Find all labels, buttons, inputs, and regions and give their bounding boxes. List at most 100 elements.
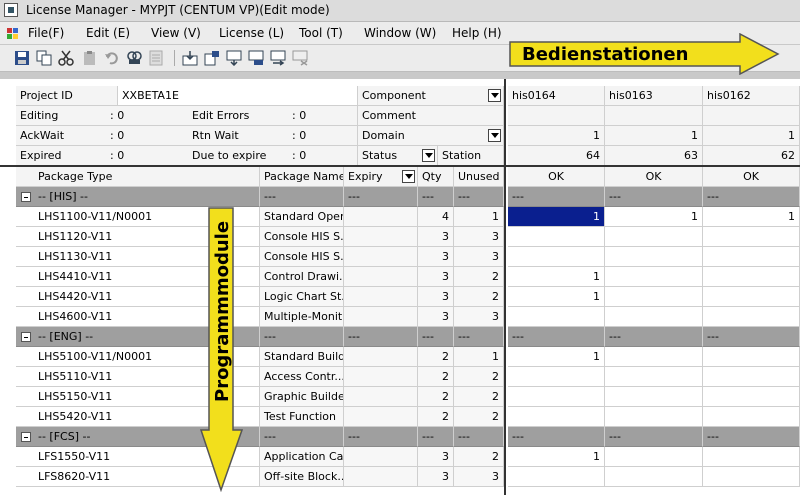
delete-icon[interactable] [292,50,308,66]
domain-filter[interactable]: Domain [358,126,504,146]
station-assignment-cell[interactable]: 1 [508,287,605,307]
station-assignment-cell[interactable] [703,407,800,427]
package-name-cell[interactable]: Control Drawi... [260,267,344,287]
package-name-cell[interactable]: Access Contr... [260,367,344,387]
menu-license[interactable]: License (L) [219,26,284,40]
export-icon[interactable] [204,50,220,66]
station-assignment-cell[interactable] [508,387,605,407]
station-assignment-cell[interactable] [703,227,800,247]
package-name-cell[interactable]: Multiple-Monit... [260,307,344,327]
collapse-icon[interactable] [21,332,31,342]
station-assignment-cell[interactable]: 1 [605,207,703,227]
package-name-cell[interactable]: Console HIS S... [260,247,344,267]
expiry-cell[interactable] [344,367,418,387]
station-assignment-cell[interactable] [703,447,800,467]
col-qty[interactable]: Qty [418,167,454,187]
grid-splitter-vertical[interactable] [504,79,506,495]
assign-icon[interactable] [226,50,242,66]
menu-window[interactable]: Window (W) [364,26,436,40]
col-package-type[interactable]: Package Type [16,167,260,187]
expiry-cell[interactable] [344,407,418,427]
station-assignment-cell[interactable]: 1 [508,207,605,227]
col-unused[interactable]: Unused [454,167,504,187]
undo-icon[interactable] [104,50,120,66]
station-assignment-cell[interactable] [508,467,605,487]
expiry-cell[interactable] [344,387,418,407]
chevron-down-icon[interactable] [402,170,415,183]
menu-file[interactable]: File(F) [28,26,64,40]
station-assignment-cell[interactable] [703,287,800,307]
copy-icon[interactable] [36,50,52,66]
station-assignment-cell[interactable] [508,367,605,387]
station-assignment-cell[interactable] [605,287,703,307]
station-assignment-cell[interactable] [605,347,703,367]
station-assignment-cell[interactable] [605,467,703,487]
find-icon[interactable] [126,50,142,66]
status-filter[interactable]: Status [358,146,438,166]
project-id-field[interactable]: XXBETA1E [118,86,358,106]
station-assignment-cell[interactable]: 1 [508,447,605,467]
package-name-cell[interactable]: Console HIS S... [260,227,344,247]
station-assignment-cell[interactable] [508,247,605,267]
component-filter[interactable]: Component [358,86,504,106]
list-icon[interactable] [148,50,164,66]
station-assignment-cell[interactable] [605,407,703,427]
station-assignment-cell[interactable] [605,267,703,287]
expiry-cell[interactable] [344,247,418,267]
package-name-cell[interactable]: Standard Build... [260,347,344,367]
station-assignment-cell[interactable] [703,267,800,287]
chevron-down-icon[interactable] [488,129,501,142]
menu-help[interactable]: Help (H) [452,26,502,40]
group-row-label[interactable]: -- [HIS] -- [16,187,260,207]
expiry-cell[interactable] [344,467,418,487]
release-icon[interactable] [248,50,264,66]
station-assignment-cell[interactable] [703,347,800,367]
menu-view[interactable]: View (V) [151,26,201,40]
collapse-icon[interactable] [21,432,31,442]
col-package-name[interactable]: Package Name [260,167,344,187]
station-assignment-cell[interactable]: 1 [703,207,800,227]
station-assignment-cell[interactable] [605,307,703,327]
col-expiry[interactable]: Expiry [344,167,418,187]
chevron-down-icon[interactable] [488,89,501,102]
collapse-icon[interactable] [21,192,31,202]
station-assignment-cell[interactable] [605,367,703,387]
station-assignment-cell[interactable]: 1 [508,267,605,287]
package-name-cell[interactable]: Graphic Builder [260,387,344,407]
package-name-cell[interactable]: Application Ca... [260,447,344,467]
station-assignment-cell[interactable] [703,387,800,407]
package-name-cell[interactable]: Test Function [260,407,344,427]
station-assignment-cell[interactable] [703,307,800,327]
chevron-down-icon[interactable] [422,149,435,162]
station-assignment-cell[interactable] [508,307,605,327]
station-assignment-cell[interactable] [508,407,605,427]
expiry-cell[interactable] [344,267,418,287]
station-assignment-cell[interactable] [703,367,800,387]
station-assignment-cell[interactable] [703,247,800,267]
menu-edit[interactable]: Edit (E) [86,26,130,40]
package-name-cell[interactable]: Off-site Block... [260,467,344,487]
package-name-cell[interactable]: Logic Chart St... [260,287,344,307]
station-assignment-cell[interactable] [605,247,703,267]
expiry-cell[interactable] [344,307,418,327]
paste-icon[interactable] [82,50,98,66]
station-assignment-cell[interactable] [605,227,703,247]
station-name[interactable]: his0163 [605,86,703,106]
expiry-cell[interactable] [344,207,418,227]
expiry-cell[interactable] [344,227,418,247]
save-icon[interactable] [14,50,30,66]
station-assignment-cell[interactable]: 1 [508,347,605,367]
expiry-cell[interactable] [344,287,418,307]
station-assignment-cell[interactable] [605,447,703,467]
station-assignment-cell[interactable] [605,387,703,407]
station-name[interactable]: his0164 [508,86,605,106]
station-assignment-cell[interactable] [703,467,800,487]
expiry-cell[interactable] [344,347,418,367]
station-assignment-cell[interactable] [508,227,605,247]
cut-icon[interactable] [58,50,74,66]
transfer-icon[interactable] [270,50,286,66]
import-icon[interactable] [182,50,198,66]
package-name-cell[interactable]: Standard Oper... [260,207,344,227]
expiry-cell[interactable] [344,447,418,467]
station-name[interactable]: his0162 [703,86,800,106]
